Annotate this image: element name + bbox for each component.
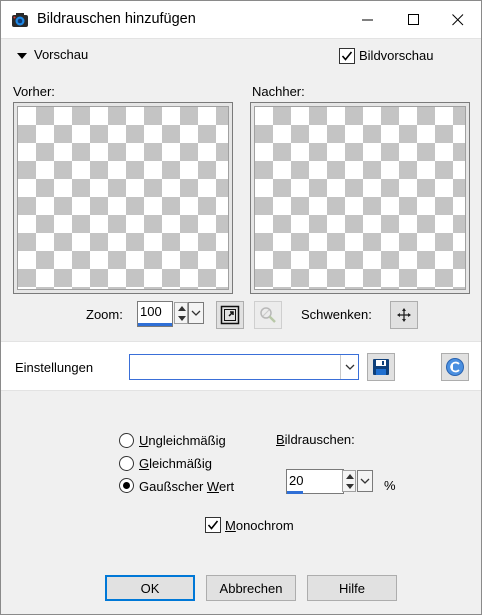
- show-preview-label[interactable]: Bildvorschau: [359, 48, 433, 63]
- presets-label: Einstellungen: [15, 360, 94, 375]
- after-label: Nachher:: [252, 84, 305, 99]
- zoom-actual-size-button[interactable]: [254, 301, 282, 329]
- minimize-button[interactable]: [345, 1, 391, 39]
- noise-amount-slider-bar[interactable]: [287, 491, 303, 494]
- spin-up-icon: [178, 306, 186, 311]
- chevron-down-icon: [360, 478, 370, 484]
- app-icon: [11, 12, 29, 28]
- even-label[interactable]: Gleichmäßig: [139, 456, 212, 471]
- window-title: Bildrauschen hinzufügen: [37, 11, 196, 27]
- minimize-icon: [362, 19, 373, 21]
- presets-dropdown-arrow[interactable]: [340, 355, 358, 379]
- maximize-icon: [408, 14, 419, 25]
- collapse-triangle-icon: [17, 53, 27, 59]
- zoom-slider-bar[interactable]: [138, 323, 172, 326]
- presets-bar: Einstellungen: [1, 341, 481, 391]
- help-button[interactable]: Hilfe: [307, 575, 397, 601]
- uniform-radio[interactable]: [119, 433, 134, 448]
- maximize-button[interactable]: [391, 1, 437, 39]
- spin-down-icon: [346, 484, 354, 489]
- fit-window-icon: [220, 305, 240, 325]
- checkmark-icon: [207, 520, 219, 530]
- chevron-down-icon: [191, 310, 201, 316]
- checkmark-icon: [341, 51, 353, 61]
- noise-amount-spinner[interactable]: [342, 470, 356, 492]
- cancel-button[interactable]: Abbrechen: [206, 575, 296, 601]
- dialog-window: Bildrauschen hinzufügen Vorschau Bildvor…: [0, 0, 482, 615]
- pan-button[interactable]: [390, 301, 418, 329]
- magnifier-icon: [260, 307, 276, 323]
- preview-section-label: Vorschau: [34, 47, 89, 62]
- reset-arrow-icon: [446, 358, 464, 376]
- zoom-to-fit-button[interactable]: [216, 301, 244, 329]
- reset-defaults-button[interactable]: [441, 353, 469, 381]
- gaussian-radio[interactable]: [119, 478, 134, 493]
- noise-amount-unit: %: [384, 478, 396, 493]
- save-preset-button[interactable]: [367, 353, 395, 381]
- before-preview[interactable]: [13, 102, 233, 294]
- presets-combobox[interactable]: [129, 354, 359, 380]
- zoom-dropdown-button[interactable]: [188, 302, 204, 324]
- title-bar: Bildrauschen hinzufügen: [1, 1, 481, 39]
- pan-label: Schwenken:: [301, 307, 372, 322]
- chevron-down-icon: [345, 364, 354, 370]
- close-button[interactable]: [435, 1, 481, 39]
- close-icon: [452, 14, 464, 26]
- even-radio[interactable]: [119, 456, 134, 471]
- before-label: Vorher:: [13, 84, 55, 99]
- zoom-spinner[interactable]: [174, 302, 188, 324]
- spin-up-icon: [346, 474, 354, 479]
- noise-amount-dropdown-button[interactable]: [357, 470, 373, 492]
- show-preview-checkbox[interactable]: [339, 48, 355, 64]
- floppy-disk-icon: [373, 359, 389, 375]
- spin-down-icon: [178, 316, 186, 321]
- after-preview[interactable]: [250, 102, 470, 294]
- move-arrows-icon: [397, 308, 411, 322]
- ok-button[interactable]: OK: [105, 575, 195, 601]
- zoom-label: Zoom:: [86, 307, 123, 322]
- gaussian-label[interactable]: Gaußscher Wert: [139, 479, 234, 494]
- monochrome-checkbox[interactable]: [205, 517, 221, 533]
- monochrome-label[interactable]: Monochrom: [225, 518, 294, 533]
- transparency-checker: [254, 106, 466, 290]
- uniform-label[interactable]: Ungleichmäßig: [139, 433, 226, 448]
- noise-amount-label: Bildrauschen:: [276, 432, 355, 447]
- transparency-checker: [17, 106, 229, 290]
